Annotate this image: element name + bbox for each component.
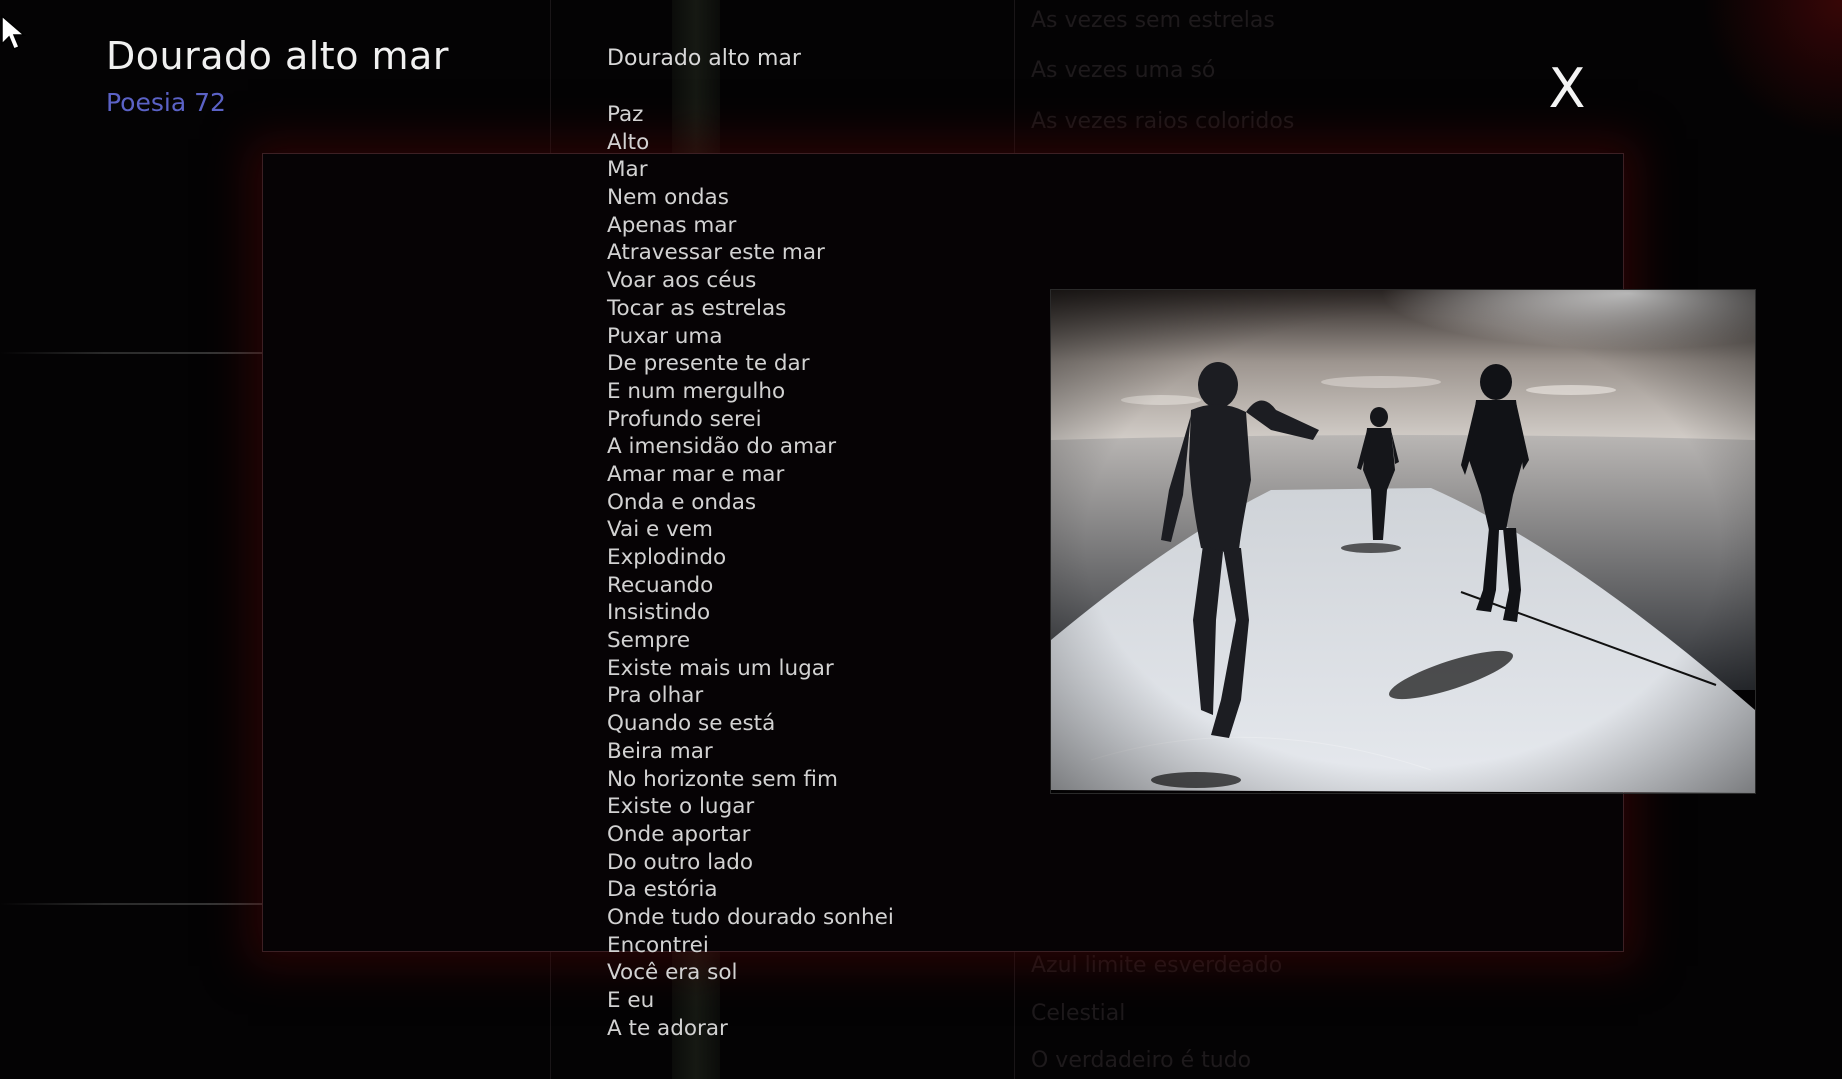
poem-line: Existe o lugar — [607, 794, 755, 820]
poem-line: A imensidão do amar — [607, 434, 837, 460]
poem-line: Puxar uma — [607, 323, 723, 349]
background-verse: Celestial — [1031, 1001, 1126, 1026]
poem-line: Profundo serei — [607, 406, 762, 432]
background-verse: Azul limite esverdeado — [1031, 953, 1283, 978]
poem-line: E eu — [607, 988, 655, 1013]
poem-line: Encontrei — [607, 932, 709, 958]
background-verse: O verdadeiro é tudo — [1031, 1048, 1252, 1073]
poem-line: Tocar as estrelas — [607, 295, 787, 321]
poem-line: Onde aportar — [607, 821, 751, 847]
poem-photo — [1050, 289, 1756, 794]
poem-title: Dourado alto mar — [607, 46, 801, 71]
poem-line: Nem ondas — [607, 185, 729, 211]
poem-line: Da estória — [607, 877, 718, 903]
poem-line: Insistindo — [607, 600, 711, 626]
poem-line: Sempre — [607, 628, 691, 654]
poem-line: Amar mar e mar — [607, 461, 785, 487]
page-subtitle: Poesia 72 — [106, 88, 226, 117]
poem-line: Existe mais um lugar — [607, 655, 834, 681]
poem-line: Você era sol — [607, 960, 738, 986]
poem-line: Onde tudo dourado sonhei — [607, 904, 894, 930]
poem-line: A te adorar — [607, 1015, 728, 1041]
corner-glow — [1702, 0, 1842, 140]
poem-line: Onda e ondas — [607, 489, 757, 515]
background-verse: As vezes sem estrelas — [1031, 8, 1275, 33]
poem-line: Recuando — [607, 572, 714, 598]
poem-line: Mar — [607, 157, 648, 183]
poem-line: Pra olhar — [607, 683, 704, 709]
poem-line: Apenas mar — [607, 212, 737, 238]
background-verse: As vezes uma só — [1031, 58, 1216, 83]
page-title: Dourado alto mar — [106, 34, 449, 78]
background-verse: As vezes raios coloridos — [1031, 109, 1295, 134]
poem-line: Paz — [607, 102, 644, 127]
poem-lines: Paz Alto Mar Nem ondas Apenas mar Atravessar … — [607, 101, 894, 1042]
poem-line: No horizonte sem fim — [607, 766, 838, 792]
poem-line: Do outro lado — [607, 849, 754, 875]
background-rule — [0, 903, 262, 905]
mouse-cursor-icon — [1, 14, 26, 50]
poem-line: Voar aos céus — [607, 268, 757, 294]
background-rule — [0, 352, 262, 354]
close-button[interactable]: X — [1542, 58, 1592, 120]
poem-line: De presente te dar — [607, 351, 810, 377]
poem-line: Alto — [607, 129, 650, 155]
poem-line: Vai e vem — [607, 517, 713, 543]
poem-line: Explodindo — [607, 545, 727, 570]
stage: As vezes sem estrelas As vezes uma só As… — [0, 0, 1842, 1079]
poem-line: Atravessar este mar — [607, 240, 825, 266]
poem-line: E num mergulho — [607, 378, 786, 404]
poem-line: Quando se está — [607, 711, 776, 737]
poem-line: Beira mar — [607, 738, 713, 764]
